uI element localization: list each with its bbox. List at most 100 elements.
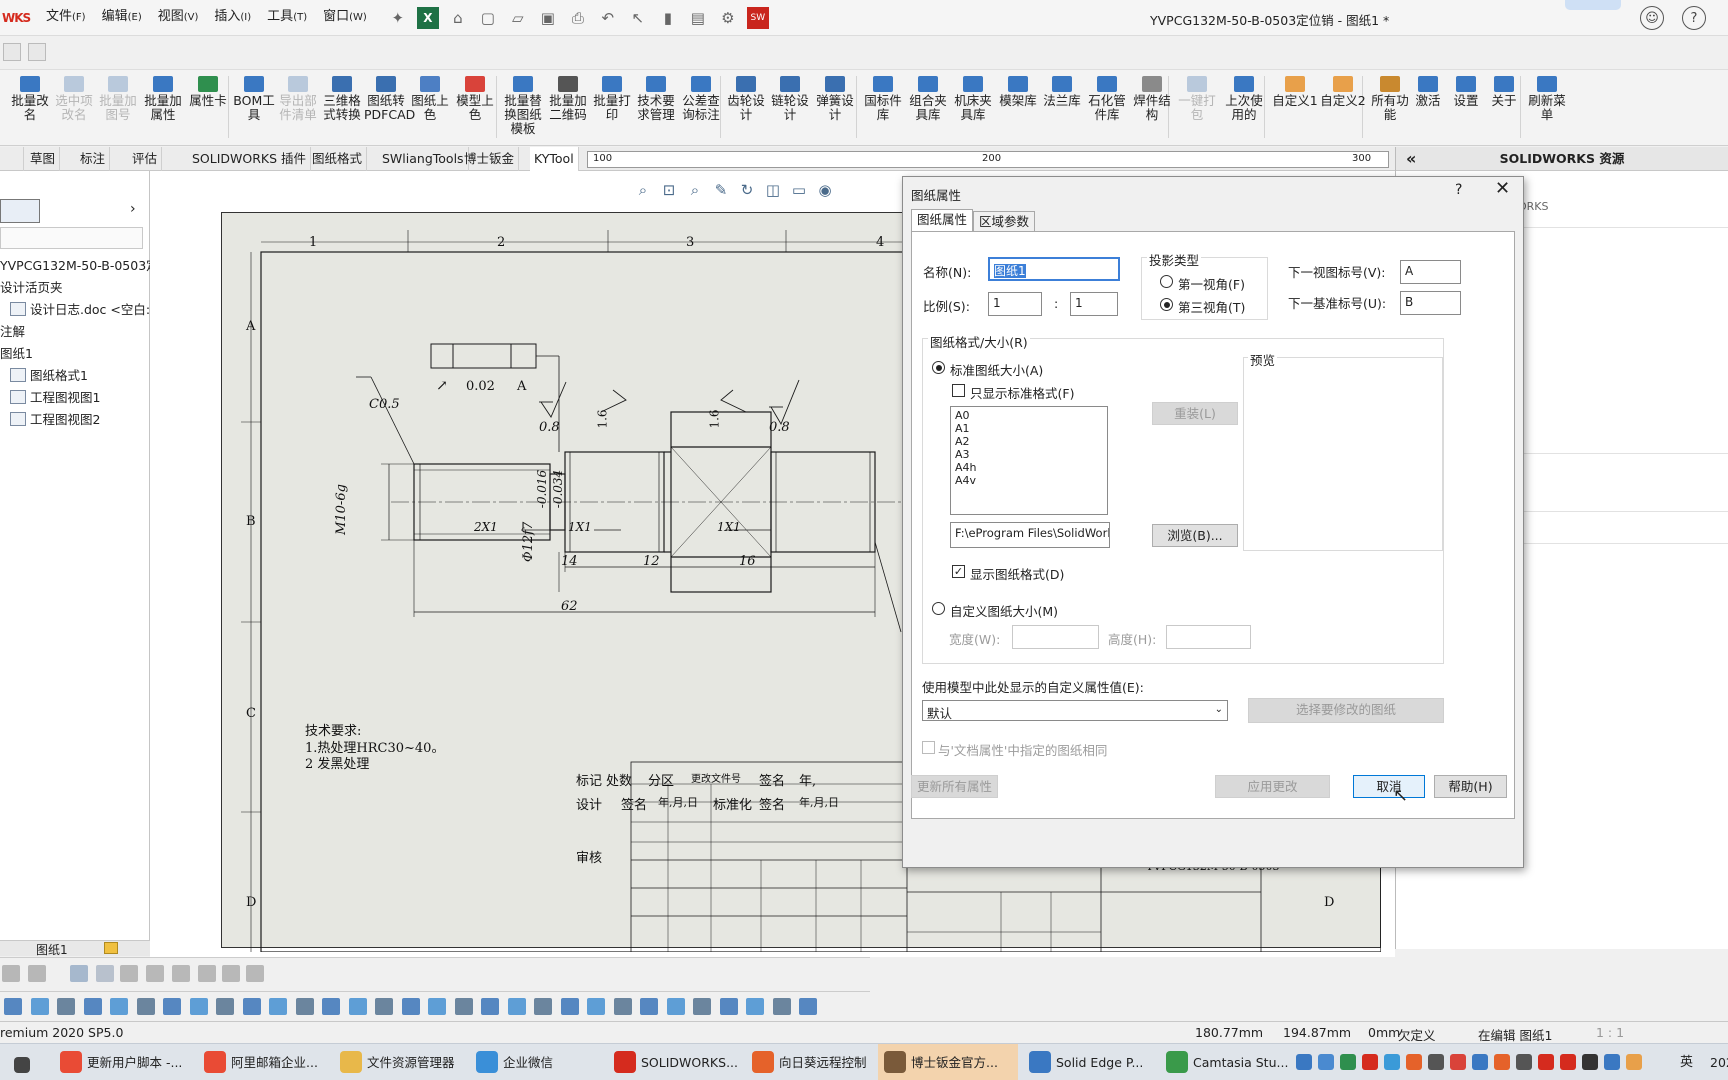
display-style-icon[interactable]: ◫	[763, 180, 783, 200]
sketch-tool-icon[interactable]	[454, 998, 473, 1015]
third-angle-radio[interactable]	[1160, 298, 1173, 311]
tray-icon[interactable]	[1494, 1054, 1510, 1070]
dialog-help-button[interactable]: ?	[1455, 182, 1462, 198]
sketch-tool-icon[interactable]	[375, 998, 393, 1015]
ribbon-button[interactable]: 技术要 求管理	[634, 74, 678, 122]
tree-item[interactable]: 注解	[0, 321, 25, 340]
width-field[interactable]	[1012, 625, 1099, 649]
sketch-tool-icon[interactable]	[110, 998, 128, 1015]
sketch-tool-icon[interactable]	[693, 998, 711, 1015]
tab-hidden[interactable]	[0, 147, 24, 171]
zoom-fit-icon[interactable]: ⌕	[633, 180, 653, 200]
ribbon-button[interactable]: 批量替 换图纸 模板	[500, 74, 546, 136]
scale-numerator-field[interactable]: 1	[988, 292, 1042, 316]
sketch-tool-icon[interactable]	[666, 998, 685, 1015]
tree-item[interactable]: 设计活页夹	[0, 277, 63, 296]
sketch-tool-icon[interactable]	[746, 998, 764, 1015]
taskbar-item[interactable]: 向日葵远程控制	[746, 1044, 874, 1080]
menu-item[interactable]: 窗口(W)	[315, 0, 375, 36]
ribbon-button[interactable]: 模型上 色	[452, 74, 498, 122]
command-tab[interactable]: 草图	[26, 147, 61, 171]
tray-icon[interactable]	[1296, 1054, 1312, 1070]
command-tab[interactable]: SWliangTools	[378, 147, 469, 171]
ribbon-button[interactable]: 批量加 二维码	[546, 74, 590, 122]
browse-button[interactable]: 浏览(B)...	[1152, 524, 1238, 547]
sheet-size-listbox[interactable]: A0 A1 A2 A3 A4h A4v	[950, 406, 1108, 515]
tree-item[interactable]: 图纸格式1	[10, 365, 88, 384]
collapse-panel-icon[interactable]: «	[1406, 147, 1416, 171]
ribbon-button[interactable]: 图纸转 PDFCAD	[364, 74, 415, 122]
reload-button[interactable]: 重装(L)	[1152, 402, 1238, 425]
custom-size-radio[interactable]	[932, 602, 945, 615]
task-view-icon[interactable]	[14, 1044, 35, 1080]
sheet-size-option[interactable]: A4h	[955, 461, 1103, 474]
ribbon-button[interactable]: 激活	[1410, 74, 1446, 108]
sketch-tool-icon[interactable]	[322, 998, 340, 1015]
open-icon[interactable]: ▱	[507, 7, 529, 29]
menu-item[interactable]: 文件(F)	[38, 0, 94, 36]
ribbon-button[interactable]: 法兰库	[1040, 74, 1084, 108]
custom-property-combo[interactable]: 默认 ⌄	[922, 700, 1228, 721]
sheet-name-field[interactable]: 图纸1	[988, 257, 1120, 281]
hide-show-icon[interactable]: ◉	[815, 180, 835, 200]
sketch-tool-icon[interactable]	[534, 998, 552, 1015]
tray-icon[interactable]	[1472, 1054, 1488, 1070]
command-tab[interactable]: 图纸格式	[308, 147, 368, 171]
taskbar-item[interactable]: 文件资源管理器	[334, 1044, 464, 1080]
taskbar-item[interactable]: SOLIDWORKS...	[608, 1044, 740, 1080]
ribbon-button[interactable]: 机床夹 具库	[950, 74, 996, 122]
ribbon-button[interactable]: 设置	[1448, 74, 1484, 108]
sketch-tool-icon[interactable]	[481, 998, 499, 1015]
same-as-doc-checkbox[interactable]	[922, 741, 935, 754]
rotate-icon[interactable]: ↻	[737, 180, 757, 200]
dialog-close-icon[interactable]: ✕	[1495, 178, 1510, 199]
feature-tree-tab[interactable]	[0, 199, 40, 223]
standard-size-radio[interactable]	[932, 361, 945, 374]
taskbar-item[interactable]: Camtasia Stu...	[1160, 1044, 1290, 1080]
home-icon[interactable]: ⌂	[447, 7, 469, 29]
sketch-tool-icon[interactable]	[640, 998, 658, 1015]
ribbon-button[interactable]: 批量加 图号	[96, 74, 140, 122]
file-properties-icon[interactable]: ▤	[687, 7, 709, 29]
cancel-button[interactable]: 取消	[1353, 775, 1425, 798]
next-view-field[interactable]: A	[1400, 260, 1461, 284]
ribbon-button[interactable]: 弹簧设 计	[812, 74, 858, 122]
sketch-tool-icon[interactable]	[401, 998, 420, 1015]
toolbar-icon-1[interactable]	[3, 43, 21, 61]
sketch-tool-icon[interactable]	[587, 998, 605, 1015]
ribbon-button[interactable]: 模架库	[996, 74, 1040, 108]
tray-icon[interactable]	[1560, 1054, 1576, 1070]
tray-icon[interactable]	[1318, 1054, 1334, 1070]
tree-item[interactable]: 工程图视图1	[10, 387, 100, 406]
help-button[interactable]: 帮助(H)	[1434, 775, 1507, 798]
sheet-size-option[interactable]: A3	[955, 448, 1103, 461]
sketch-tool-icon[interactable]	[799, 998, 817, 1015]
sketch-tool-icon[interactable]	[83, 998, 102, 1015]
menu-item[interactable]: 工具(T)	[259, 0, 315, 36]
ribbon-button[interactable]: 石化管 件库	[1084, 74, 1130, 122]
scale-denominator-field[interactable]: 1	[1070, 292, 1118, 316]
tray-icon[interactable]	[1340, 1054, 1356, 1070]
sketch-tool-icon[interactable]	[216, 998, 234, 1015]
sheet-size-option[interactable]: A0	[955, 409, 1103, 422]
ribbon-button[interactable]: 齿轮设 计	[724, 74, 768, 122]
sketch-tool-icon[interactable]	[719, 998, 738, 1015]
sheet-tab[interactable]: 图纸1	[36, 941, 68, 958]
tray-icon[interactable]	[1604, 1054, 1620, 1070]
menu-item[interactable]: 插入(I)	[206, 0, 259, 36]
ribbon-button[interactable]: BOM工 具	[232, 74, 276, 122]
format-path-field[interactable]: F:\eProgram Files\SolidWorks\da	[950, 522, 1110, 548]
taskbar-item[interactable]: 阿里邮箱企业...	[198, 1044, 328, 1080]
annotation-tool-icon[interactable]	[28, 965, 46, 982]
sketch-tool-icon[interactable]	[30, 998, 49, 1015]
zoom-area-icon[interactable]: ⊡	[659, 180, 679, 200]
ribbon-button[interactable]: 选中项 改名	[52, 74, 96, 122]
annotation-tool-icon[interactable]	[222, 965, 240, 982]
select-sheets-button[interactable]: 选择要修改的图纸	[1248, 698, 1444, 723]
sketch-tool-icon[interactable]	[242, 998, 261, 1015]
only-standard-checkbox[interactable]	[952, 384, 965, 397]
taskbar-item[interactable]: 博士钣金官方...	[878, 1044, 1018, 1080]
save-icon[interactable]: ▣	[537, 7, 559, 29]
command-tab[interactable]: 评估	[128, 147, 163, 171]
ribbon-button[interactable]: 所有功 能	[1368, 74, 1412, 122]
